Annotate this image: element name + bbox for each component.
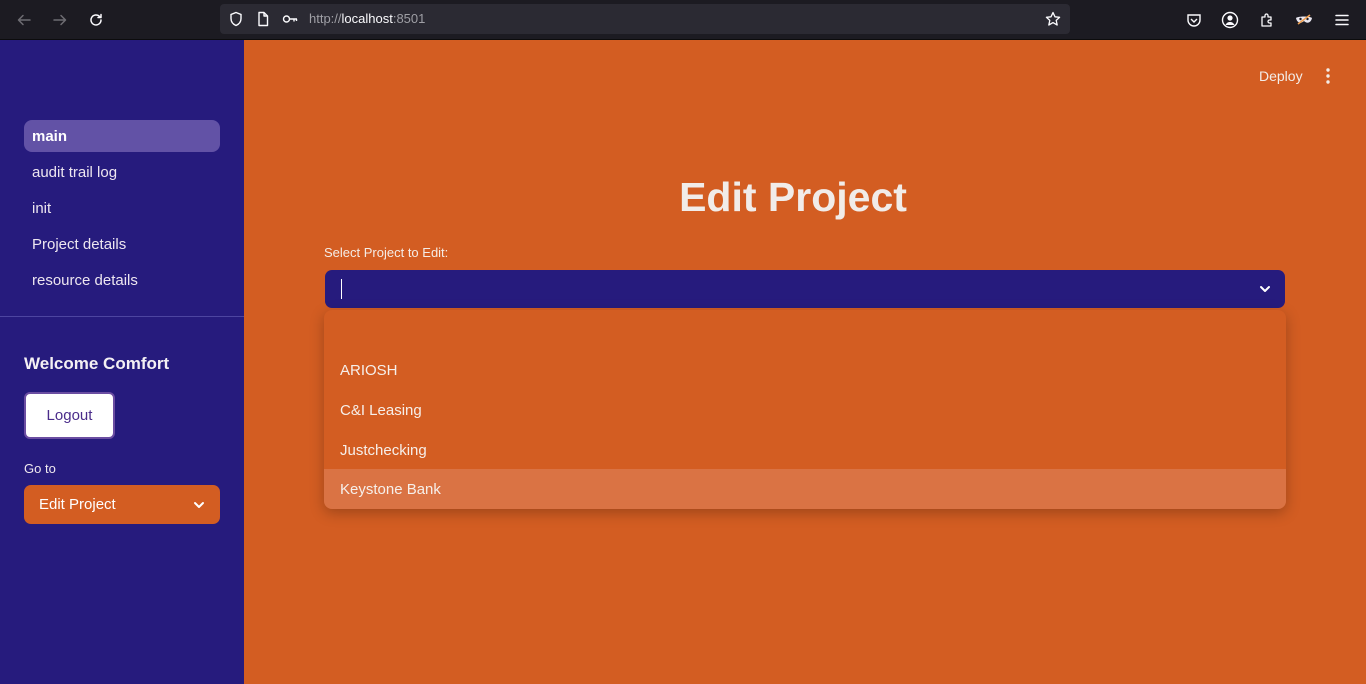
sidebar-nav: main audit trail log init Project detail… — [24, 120, 220, 300]
sidebar-item-project-details[interactable]: Project details — [24, 228, 220, 260]
project-dropdown-menu: ARIOSH C&I Leasing Justchecking Keystone… — [324, 310, 1286, 509]
welcome-text: Welcome Comfort — [24, 354, 170, 373]
goto-select[interactable]: Edit Project — [24, 485, 220, 524]
dropdown-option-empty[interactable] — [324, 310, 1286, 350]
menu-hamburger-icon[interactable] — [1332, 10, 1352, 30]
address-bar[interactable]: http://localhost:8501 — [220, 4, 1070, 34]
dropdown-option[interactable]: C&I Leasing — [324, 390, 1286, 430]
sidebar-item-audit-trail-log[interactable]: audit trail log — [24, 156, 220, 188]
dropdown-option[interactable]: Justchecking — [324, 430, 1286, 470]
url-host: localhost — [341, 11, 393, 26]
forward-arrow-icon[interactable] — [47, 7, 73, 33]
key-icon[interactable] — [282, 11, 298, 27]
main-content: Deploy Edit Project Select Project to Ed… — [244, 40, 1366, 684]
url-prefix: http:// — [309, 11, 342, 26]
page-icon[interactable] — [255, 11, 271, 27]
select-project-label: Select Project to Edit: — [324, 245, 449, 260]
sidebar: main audit trail log init Project detail… — [0, 40, 244, 684]
sidebar-item-init[interactable]: init — [24, 192, 220, 224]
chevron-down-icon[interactable] — [1258, 282, 1272, 296]
url-port: :8501 — [392, 11, 426, 26]
project-select-input[interactable] — [325, 270, 1285, 308]
goto-select-value: Edit Project — [39, 496, 116, 513]
browser-toolbar: http://localhost:8501 — [0, 0, 1366, 40]
page-title: Edit Project — [679, 174, 907, 220]
chevron-down-icon — [192, 498, 206, 512]
extensions-icon[interactable] — [1257, 10, 1277, 30]
shield-icon[interactable] — [228, 11, 244, 27]
goto-label: Go to — [24, 461, 56, 476]
dropdown-option-hovered[interactable]: Keystone Bank — [324, 469, 1286, 509]
logout-button[interactable]: Logout — [24, 392, 115, 439]
pocket-icon[interactable] — [1184, 10, 1204, 30]
sidebar-item-resource-details[interactable]: resource details — [24, 264, 220, 296]
more-options-icon[interactable] — [1320, 66, 1336, 86]
bookmark-star-icon[interactable] — [1045, 11, 1061, 27]
text-caret — [341, 279, 342, 299]
account-icon[interactable] — [1220, 10, 1240, 30]
dropdown-option[interactable]: ARIOSH — [324, 350, 1286, 390]
private-mask-icon[interactable] — [1294, 10, 1314, 30]
deploy-button[interactable]: Deploy — [1259, 68, 1303, 84]
reload-icon[interactable] — [83, 7, 109, 33]
sidebar-divider — [0, 316, 244, 317]
url-text: http://localhost:8501 — [309, 11, 425, 27]
back-arrow-icon[interactable] — [11, 7, 37, 33]
sidebar-item-main[interactable]: main — [24, 120, 220, 152]
